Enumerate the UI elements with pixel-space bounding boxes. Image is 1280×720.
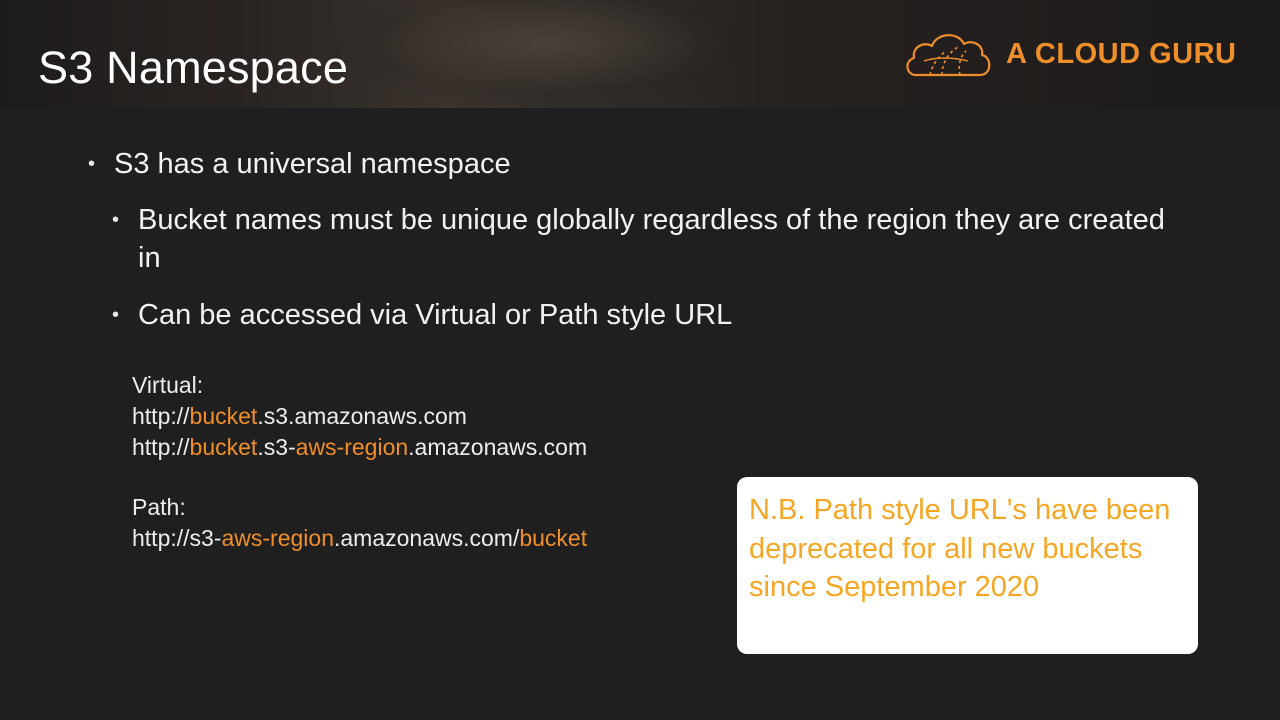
url-part: .s3-: [257, 434, 296, 460]
url-bucket-highlight: bucket: [189, 403, 258, 429]
brand-name: A CLOUD GURU: [1006, 37, 1237, 70]
url-part: .s3.amazonaws.com: [257, 403, 467, 429]
path-url-examples: Path: http://s3-aws-region.amazonaws.com…: [132, 492, 587, 554]
virtual-url-line: http://bucket.s3-aws-region.amazonaws.co…: [132, 432, 587, 463]
url-part: .amazonaws.com: [408, 434, 588, 460]
deprecation-note-box: N.B. Path style URL's have been deprecat…: [737, 477, 1198, 654]
deprecation-note-text: N.B. Path style URL's have been deprecat…: [749, 494, 1171, 603]
slide-title: S3 Namespace: [38, 42, 349, 93]
path-url-line: http://s3-aws-region.amazonaws.com/bucke…: [132, 523, 587, 554]
bullet-text: Can be accessed via Virtual or Path styl…: [138, 299, 733, 331]
bullet-text: Bucket names must be unique globally reg…: [138, 204, 1165, 274]
sub-bullet-item: • Bucket names must be unique globally r…: [112, 201, 1178, 277]
sub-bullet-item: • Can be accessed via Virtual or Path st…: [112, 296, 1178, 334]
virtual-label: Virtual:: [132, 372, 204, 398]
bullet-dot-icon: •: [112, 304, 120, 326]
url-part: .amazonaws.com/: [333, 525, 520, 551]
brand-logo: A CLOUD GURU: [902, 26, 1236, 82]
url-bucket-highlight: bucket: [519, 525, 588, 551]
bullet-dot-icon: •: [112, 209, 120, 231]
cloud-icon: [906, 34, 991, 77]
bullet-text: S3 has a universal namespace: [114, 148, 511, 180]
slide: S3 Namespace A CLOUD GURU • S3 has a uni…: [0, 0, 1280, 720]
virtual-url-examples: Virtual: http://bucket.s3.amazonaws.com …: [132, 370, 587, 463]
url-part: http://: [132, 403, 190, 429]
url-part: http://: [132, 434, 190, 460]
url-region-highlight: aws-region: [295, 434, 409, 460]
url-region-highlight: aws-region: [221, 525, 334, 551]
url-part: http://s3-: [132, 525, 222, 551]
bullet-dot-icon: •: [88, 153, 96, 175]
bullet-item: • S3 has a universal namespace: [88, 145, 1174, 183]
virtual-url-line: http://bucket.s3.amazonaws.com: [132, 401, 587, 432]
url-bucket-highlight: bucket: [189, 434, 258, 460]
path-label: Path:: [132, 494, 186, 520]
